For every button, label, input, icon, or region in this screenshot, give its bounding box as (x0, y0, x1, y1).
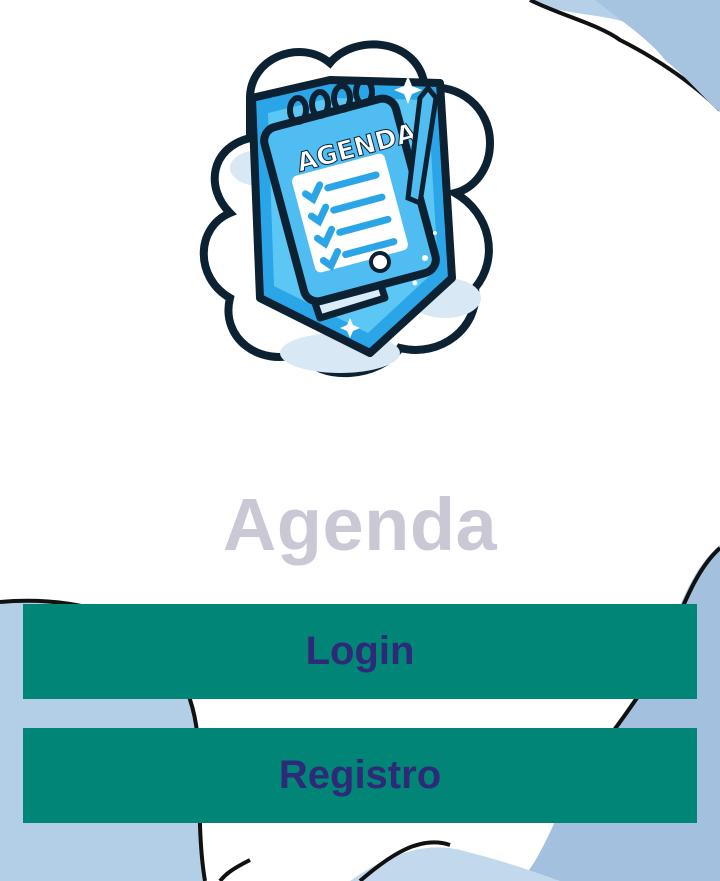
login-button[interactable]: Login (23, 604, 697, 699)
register-button[interactable]: Registro (23, 728, 697, 823)
agenda-logo: AGENDA (199, 40, 495, 377)
app-title: Agenda (222, 483, 498, 566)
register-button-label: Registro (278, 753, 442, 797)
login-button-label: Login (305, 629, 415, 673)
